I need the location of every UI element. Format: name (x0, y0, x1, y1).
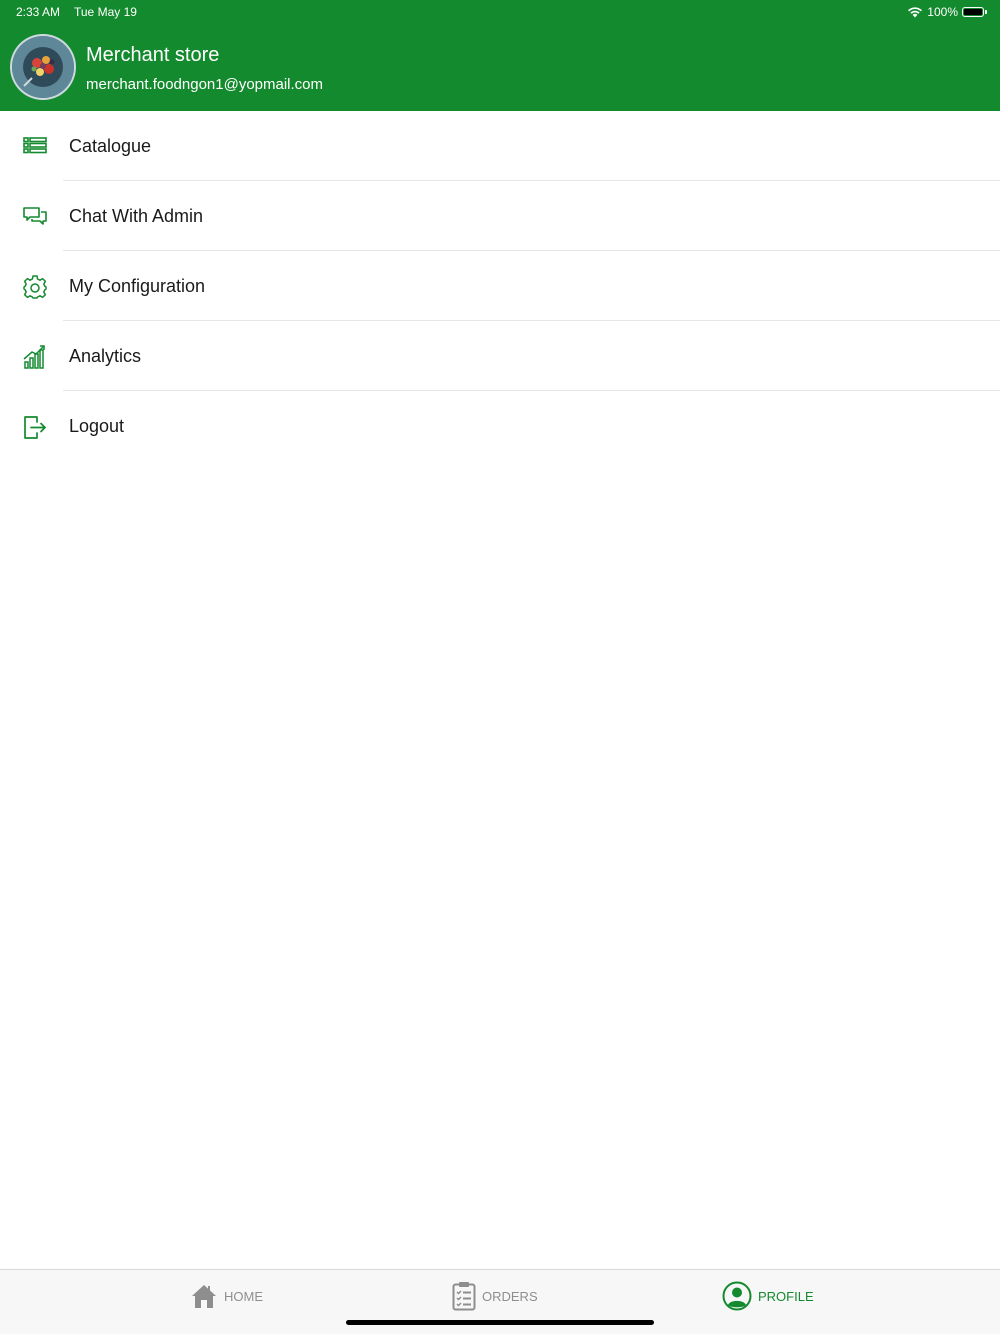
menu-label-logout: Logout (69, 416, 125, 436)
store-name: Merchant store (86, 44, 220, 66)
list-icon (23, 137, 47, 154)
wifi-icon (908, 7, 923, 18)
store-email: merchant.foodngon1@yopmail.com (86, 76, 324, 93)
analytics-chart-icon (23, 345, 45, 369)
menu-item-my-configuration[interactable]: My Configuration (0, 251, 1000, 321)
tab-label-home: HOME (224, 1288, 263, 1304)
menu-label-analytics: Analytics (69, 346, 142, 366)
gear-icon (23, 275, 47, 299)
battery-percentage: 100% (927, 5, 958, 19)
menu-item-chat-with-admin[interactable]: Chat With Admin (0, 181, 1000, 251)
home-indicator (346, 1320, 654, 1325)
menu-label-chat-with-admin: Chat With Admin (69, 206, 204, 226)
tab-label-profile: PROFILE (758, 1288, 814, 1304)
status-time: 2:33 AM (16, 5, 61, 19)
status-bar: 2:33 AM Tue May 19 100% (0, 0, 1000, 24)
profile-icon (722, 1281, 752, 1311)
profile-screen: 2:33 AM Tue May 19 100% Merchant store m… (0, 0, 1000, 1334)
tab-label-orders: ORDERS (482, 1288, 538, 1304)
menu-item-catalogue[interactable]: Catalogue (0, 111, 1000, 181)
menu-label-catalogue: Catalogue (69, 136, 152, 156)
menu-item-logout[interactable]: Logout (0, 391, 1000, 461)
tab-orders[interactable]: ORDERS (452, 1280, 538, 1312)
clipboard-icon (452, 1282, 476, 1311)
tab-home[interactable]: HOME (190, 1280, 263, 1312)
logout-icon (24, 416, 46, 439)
avatar[interactable] (10, 34, 76, 100)
menu-item-analytics[interactable]: Analytics (0, 321, 1000, 391)
menu-label-my-configuration: My Configuration (69, 276, 206, 296)
status-indicators: 100% (907, 4, 987, 20)
chat-icon (23, 207, 47, 225)
home-icon (192, 1285, 216, 1308)
profile-header: 2:33 AM Tue May 19 100% Merchant store m… (0, 0, 1000, 111)
status-date: Tue May 19 (74, 5, 137, 19)
avatar-food-image (12, 36, 74, 98)
profile-menu: Catalogue Chat With Admin My Configurati… (0, 111, 1000, 461)
battery-icon (962, 7, 987, 17)
tab-profile[interactable]: PROFILE (722, 1280, 814, 1312)
